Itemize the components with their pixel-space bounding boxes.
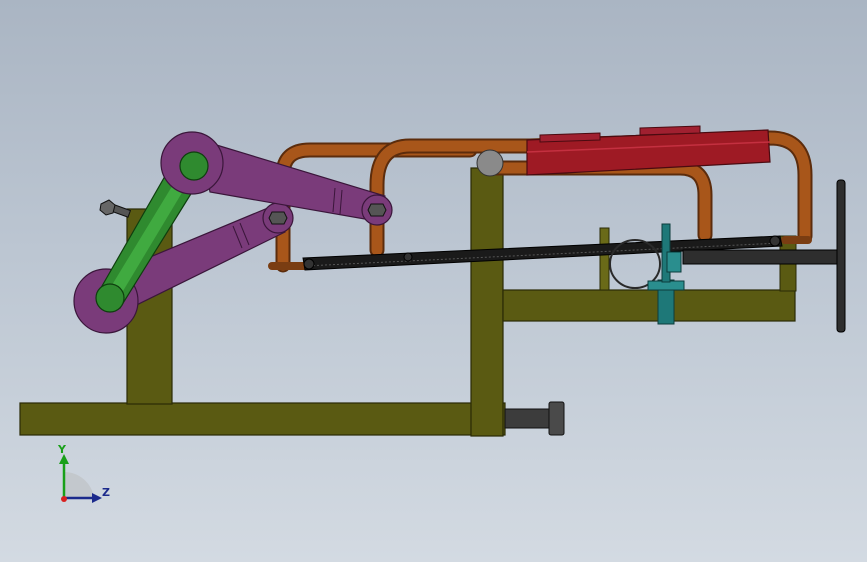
coordinate-triad — [59, 454, 102, 503]
post-bolt[interactable] — [99, 199, 132, 218]
triad-z-label: Z — [102, 486, 110, 499]
triad-y-label: Y — [58, 443, 66, 456]
hacksaw-assembly-model[interactable] — [0, 0, 867, 562]
center-post[interactable] — [470, 167, 504, 437]
base-beam[interactable] — [19, 402, 506, 436]
cad-viewport[interactable]: Y Z — [0, 0, 867, 562]
base-bolt[interactable] — [504, 401, 565, 436]
triad-origin — [61, 496, 67, 502]
